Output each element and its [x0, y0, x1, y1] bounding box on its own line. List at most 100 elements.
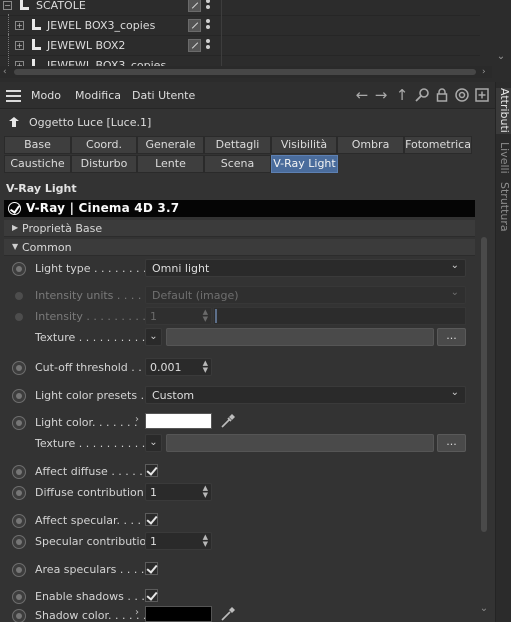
texture-menu-button[interactable]: ⌄: [145, 328, 162, 346]
scroll-right-icon[interactable]: ›: [482, 66, 486, 78]
animate-radio[interactable]: [12, 535, 26, 549]
animate-radio[interactable]: [12, 389, 26, 403]
visibility-toggle-icon[interactable]: [188, 39, 201, 52]
expand-chevron-icon[interactable]: ›: [135, 414, 139, 425]
animate-radio[interactable]: [12, 563, 26, 577]
tab-caustiche[interactable]: Caustiche: [4, 155, 71, 173]
scrollbar-thumb[interactable]: [14, 69, 476, 75]
hamburger-menu-icon[interactable]: [6, 90, 21, 102]
texture-field[interactable]: [166, 328, 434, 346]
scroll-down-icon[interactable]: ⌄: [477, 603, 491, 615]
tab-dettagli[interactable]: Dettagli: [204, 136, 271, 154]
tab-scena[interactable]: Scena: [204, 155, 271, 173]
object-row-jewewl-box2[interactable]: + JEWEWL BOX2: [0, 34, 480, 58]
search-icon[interactable]: [414, 87, 430, 103]
menu-modifica[interactable]: Modifica: [75, 89, 121, 102]
specular-contribution-field[interactable]: 1 ▲ ▼: [145, 532, 212, 550]
prop-label: Intensity units . . . . .: [35, 289, 149, 302]
prop-label: Enable shadows . . . . .: [35, 590, 159, 603]
vray-banner: V-Ray | Cinema 4D 3.7: [4, 200, 475, 217]
arrow-left-icon[interactable]: ←: [354, 87, 370, 103]
texture-menu-button[interactable]: ⌄: [145, 434, 162, 452]
spinner-icon[interactable]: ▲ ▼: [203, 485, 208, 499]
animate-radio[interactable]: [12, 514, 26, 528]
expand-chevron-icon[interactable]: ›: [135, 607, 139, 618]
tab-generale[interactable]: Generale: [137, 136, 204, 154]
visibility-toggle-icon[interactable]: [188, 0, 201, 12]
animate-radio[interactable]: [12, 590, 26, 604]
light-type-dropdown[interactable]: Omni light ⌄: [145, 259, 466, 277]
object-row-jewel-box3-copies[interactable]: + JEWEL BOX3_copies: [0, 14, 480, 38]
affect-specular-checkbox[interactable]: [145, 513, 158, 526]
arrow-up-icon[interactable]: ↑: [394, 87, 410, 103]
diffuse-contribution-field[interactable]: 1 ▲ ▼: [145, 483, 212, 501]
affect-diffuse-checkbox[interactable]: [145, 464, 158, 477]
animate-radio[interactable]: [12, 609, 26, 622]
area-speculars-checkbox[interactable]: [145, 562, 158, 575]
texture-browse-button[interactable]: ...: [437, 328, 466, 346]
vertical-scrollbar-thumb[interactable]: [481, 237, 487, 532]
prop-label: Affect diffuse . . . . . .: [35, 465, 150, 478]
render-dots-icon[interactable]: [206, 19, 210, 33]
animate-radio[interactable]: [12, 361, 26, 375]
side-tab-livelli[interactable]: Livelli: [496, 142, 511, 178]
tab-visibilita[interactable]: Visibilità: [271, 136, 337, 154]
tab-coord[interactable]: Coord.: [71, 136, 137, 154]
color-presets-dropdown[interactable]: Custom ⌄: [145, 386, 466, 404]
tab-ombra[interactable]: Ombra: [337, 136, 404, 154]
visibility-toggle-icon[interactable]: [188, 19, 201, 32]
eyedropper-icon[interactable]: [219, 605, 237, 622]
prop-label: Texture . . . . . . . . . . .: [35, 437, 153, 450]
animate-radio[interactable]: [12, 262, 26, 276]
menu-modo[interactable]: Modo: [31, 89, 61, 102]
target-icon[interactable]: [454, 87, 470, 103]
prop-light-color: Light color. . . . . . . ›: [0, 412, 475, 433]
group-common[interactable]: ▼ Common: [4, 239, 475, 256]
chevron-down-icon: ⌄: [450, 387, 459, 398]
column-divider: [221, 0, 222, 66]
eyedropper-icon[interactable]: [219, 412, 237, 430]
render-dots-icon[interactable]: [206, 0, 210, 13]
prop-diffuse-contribution: Diffuse contribution 1 ▲ ▼: [0, 482, 475, 503]
number-value: 1: [150, 535, 157, 548]
side-tab-struttura[interactable]: Struttura: [496, 182, 511, 232]
intensity-units-dropdown: Default (image) ⌄: [145, 286, 466, 304]
prop-label: Affect specular. . . . .: [35, 514, 149, 527]
cutoff-field[interactable]: 0.001 ▲ ▼: [145, 358, 212, 376]
animate-radio[interactable]: [12, 486, 26, 500]
group-proprieta-base[interactable]: ▶ Proprietà Base: [4, 220, 475, 237]
shadow-color-swatch[interactable]: [145, 606, 212, 622]
expand-triangle-icon[interactable]: ▶: [12, 223, 18, 232]
tab-base[interactable]: Base: [4, 136, 71, 154]
texture-field[interactable]: [166, 434, 434, 452]
animate-radio[interactable]: [12, 416, 26, 430]
number-value: 0.001: [150, 361, 182, 374]
scroll-left-icon[interactable]: ‹: [3, 66, 7, 78]
spinner-icon[interactable]: ▲ ▼: [203, 534, 208, 548]
expand-icon[interactable]: +: [15, 21, 24, 30]
object-row-scatole[interactable]: − SCATOLE: [0, 0, 480, 16]
enable-shadows-checkbox[interactable]: [145, 589, 158, 602]
new-panel-icon[interactable]: [474, 87, 490, 103]
tab-lente[interactable]: Lente: [137, 155, 204, 173]
tab-fotometrica[interactable]: Fotometrica: [404, 136, 472, 154]
animate-radio[interactable]: [12, 465, 26, 479]
arrow-right-icon[interactable]: →: [373, 87, 389, 103]
expand-icon[interactable]: +: [15, 41, 24, 50]
collapse-icon[interactable]: −: [3, 1, 12, 10]
object-manager: − SCATOLE + JEWEL BOX3_copies + JEWEWL B…: [0, 0, 511, 82]
scroll-down-icon[interactable]: ⌄: [494, 50, 508, 64]
menu-dati-utente[interactable]: Dati Utente: [132, 89, 195, 102]
light-color-swatch[interactable]: [145, 413, 212, 429]
spinner-icon[interactable]: ▲ ▼: [203, 360, 208, 374]
tab-disturbo[interactable]: Disturbo: [71, 155, 137, 173]
vray-banner-text: V-Ray | Cinema 4D 3.7: [26, 201, 180, 215]
texture-browse-button[interactable]: ...: [437, 434, 466, 452]
intensity-field: 1 ▲ ▼: [145, 307, 212, 325]
side-tab-attributi[interactable]: Attributi: [496, 88, 511, 134]
tab-vray-light[interactable]: V-Ray Light: [271, 155, 338, 173]
collapse-triangle-icon[interactable]: ▼: [12, 242, 18, 251]
horizontal-scrollbar[interactable]: ‹ ›: [0, 66, 492, 78]
lock-icon[interactable]: [434, 87, 450, 103]
render-dots-icon[interactable]: [206, 39, 210, 53]
